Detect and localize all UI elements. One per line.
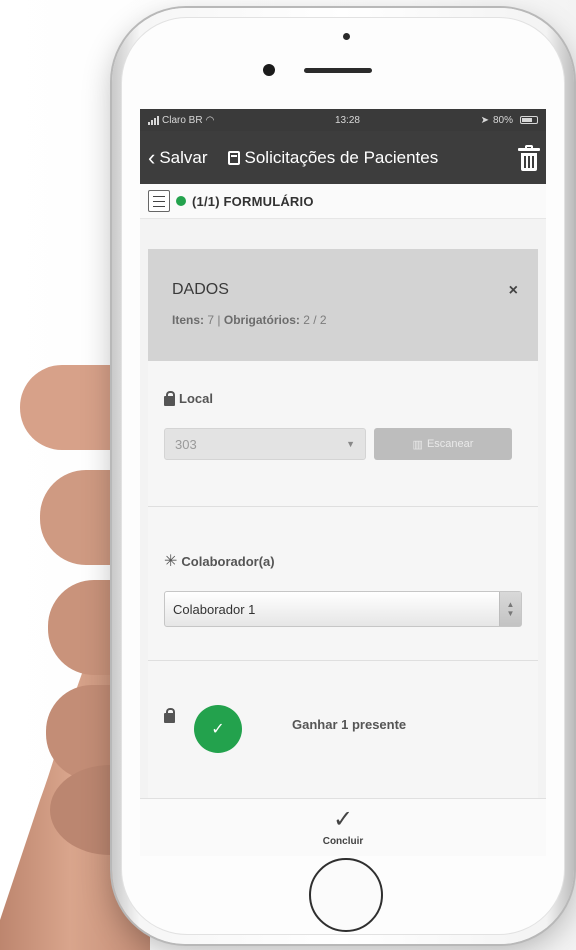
concluir-label: Concluir	[322, 836, 364, 847]
location-icon: ➤	[480, 114, 489, 126]
itens-value: 7	[207, 313, 215, 327]
close-icon[interactable]: ×	[509, 282, 518, 300]
delete-button[interactable]	[518, 144, 540, 171]
local-field-section: Local 303 ▼ ▥ Escanear	[148, 361, 538, 507]
status-time: 13:28	[334, 114, 360, 126]
dados-title: DADOS	[172, 281, 229, 298]
colaborador-select-value: Colaborador 1	[173, 601, 256, 617]
clipboard-icon	[227, 150, 240, 165]
chevron-left-icon: ‹	[148, 144, 156, 170]
phone-frame: Claro BR ◠ 13:28 ➤ 80% ‹ Salvar Solicita…	[112, 8, 574, 944]
local-label-text: Local	[179, 391, 213, 406]
obrigatorios-value: 2 / 2	[303, 313, 327, 327]
colaborador-label: ✳ Colaborador(a)	[164, 551, 522, 571]
local-field-row: 303 ▼ ▥ Escanear	[164, 428, 522, 460]
colaborador-label-text: Colaborador(a)	[181, 553, 275, 569]
lock-icon	[164, 708, 175, 723]
dados-section-header: DADOS Itens: 7 | Obrigatórios: 2 / 2 ×	[148, 249, 538, 361]
signal-icon	[148, 115, 159, 125]
required-asterisk-icon: ✳	[164, 553, 178, 570]
form-title: (1/1) FORMULÁRIO	[192, 193, 314, 209]
lock-icon	[164, 390, 175, 406]
colaborador-select[interactable]: Colaborador 1 ▲ ▼	[164, 591, 522, 627]
status-bar: Claro BR ◠ 13:28 ➤ 80%	[140, 109, 546, 131]
front-camera	[263, 64, 275, 76]
home-button[interactable]	[309, 858, 383, 932]
trash-icon-lid	[518, 147, 540, 151]
scan-button-label: Escanear	[426, 438, 474, 450]
barcode-icon: ▥	[412, 438, 423, 451]
scan-button: ▥ Escanear	[374, 428, 512, 460]
local-select: 303 ▼	[164, 428, 366, 460]
status-left: Claro BR ◠	[148, 115, 214, 126]
form-content: DADOS Itens: 7 | Obrigatórios: 2 / 2 × L…	[148, 249, 538, 799]
gift-field-section: ✓ Ganhar 1 presente	[148, 661, 538, 798]
battery-icon	[520, 116, 538, 124]
stage: Claro BR ◠ 13:28 ➤ 80% ‹ Salvar Solicita…	[0, 0, 576, 950]
status-right: ➤ 80%	[481, 115, 538, 126]
form-list-icon[interactable]	[148, 190, 170, 212]
page-title: Solicitações de Pacientes	[227, 147, 518, 168]
dados-summary: Itens: 7 | Obrigatórios: 2 / 2	[172, 313, 520, 327]
earpiece-speaker	[304, 68, 372, 73]
gift-text: Ganhar 1 presente	[292, 717, 407, 732]
check-icon: ✓	[332, 806, 354, 833]
gift-check-button[interactable]: ✓	[194, 705, 242, 753]
itens-label: Itens:	[172, 313, 205, 327]
summary-separator: |	[217, 313, 221, 327]
local-label: Local	[164, 390, 522, 406]
proximity-sensor	[343, 33, 350, 40]
form-header: (1/1) FORMULÁRIO	[140, 184, 546, 219]
colaborador-field-section: ✳ Colaborador(a) Colaborador 1 ▲ ▼	[148, 507, 538, 661]
select-arrow-icon: ▲ ▼	[499, 592, 521, 626]
status-dot-icon	[176, 196, 186, 206]
carrier-name: Claro BR	[162, 114, 203, 126]
concluir-button[interactable]: ✓ Concluir	[140, 798, 546, 856]
navigation-bar: ‹ Salvar Solicitações de Pacientes	[140, 131, 546, 184]
wifi-icon: ◠	[205, 114, 215, 126]
caret-down-icon: ▼	[346, 439, 355, 449]
app-screen: Claro BR ◠ 13:28 ➤ 80% ‹ Salvar Solicita…	[140, 109, 546, 856]
local-select-value: 303	[175, 436, 197, 452]
battery-percent: 80%	[492, 114, 513, 126]
page-title-text: Solicitações de Pacientes	[244, 147, 439, 167]
back-save-label: Salvar	[159, 147, 208, 167]
trash-icon	[521, 152, 537, 171]
back-save-button[interactable]: ‹ Salvar	[148, 144, 208, 170]
obrigatorios-label: Obrigatórios:	[223, 313, 300, 327]
checkmark-icon: ✓	[211, 721, 225, 738]
